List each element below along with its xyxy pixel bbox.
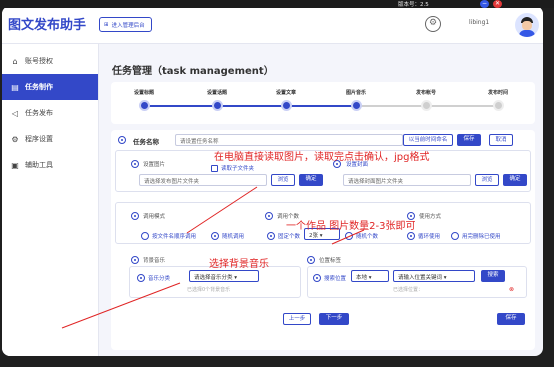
close-icon[interactable]: ✕	[493, 0, 502, 8]
version-label: 版本号：2.5	[398, 2, 429, 8]
app-window: 图文发布助手 ⊞ 进入管理后台 ⚙ libing1 ⌂ 账号授权 ▤ 任务制作 ◁ 任…	[2, 6, 543, 356]
titlebar: 版本号：2.5 − ✕	[0, 0, 554, 8]
annotation-arrows	[61, 186, 365, 329]
minimize-icon[interactable]: −	[480, 0, 489, 8]
desktop-frame: 图文发布助手 ⊞ 进入管理后台 ⚙ libing1 ⌂ 账号授权 ▤ 任务制作 ◁ 任…	[0, 0, 554, 367]
